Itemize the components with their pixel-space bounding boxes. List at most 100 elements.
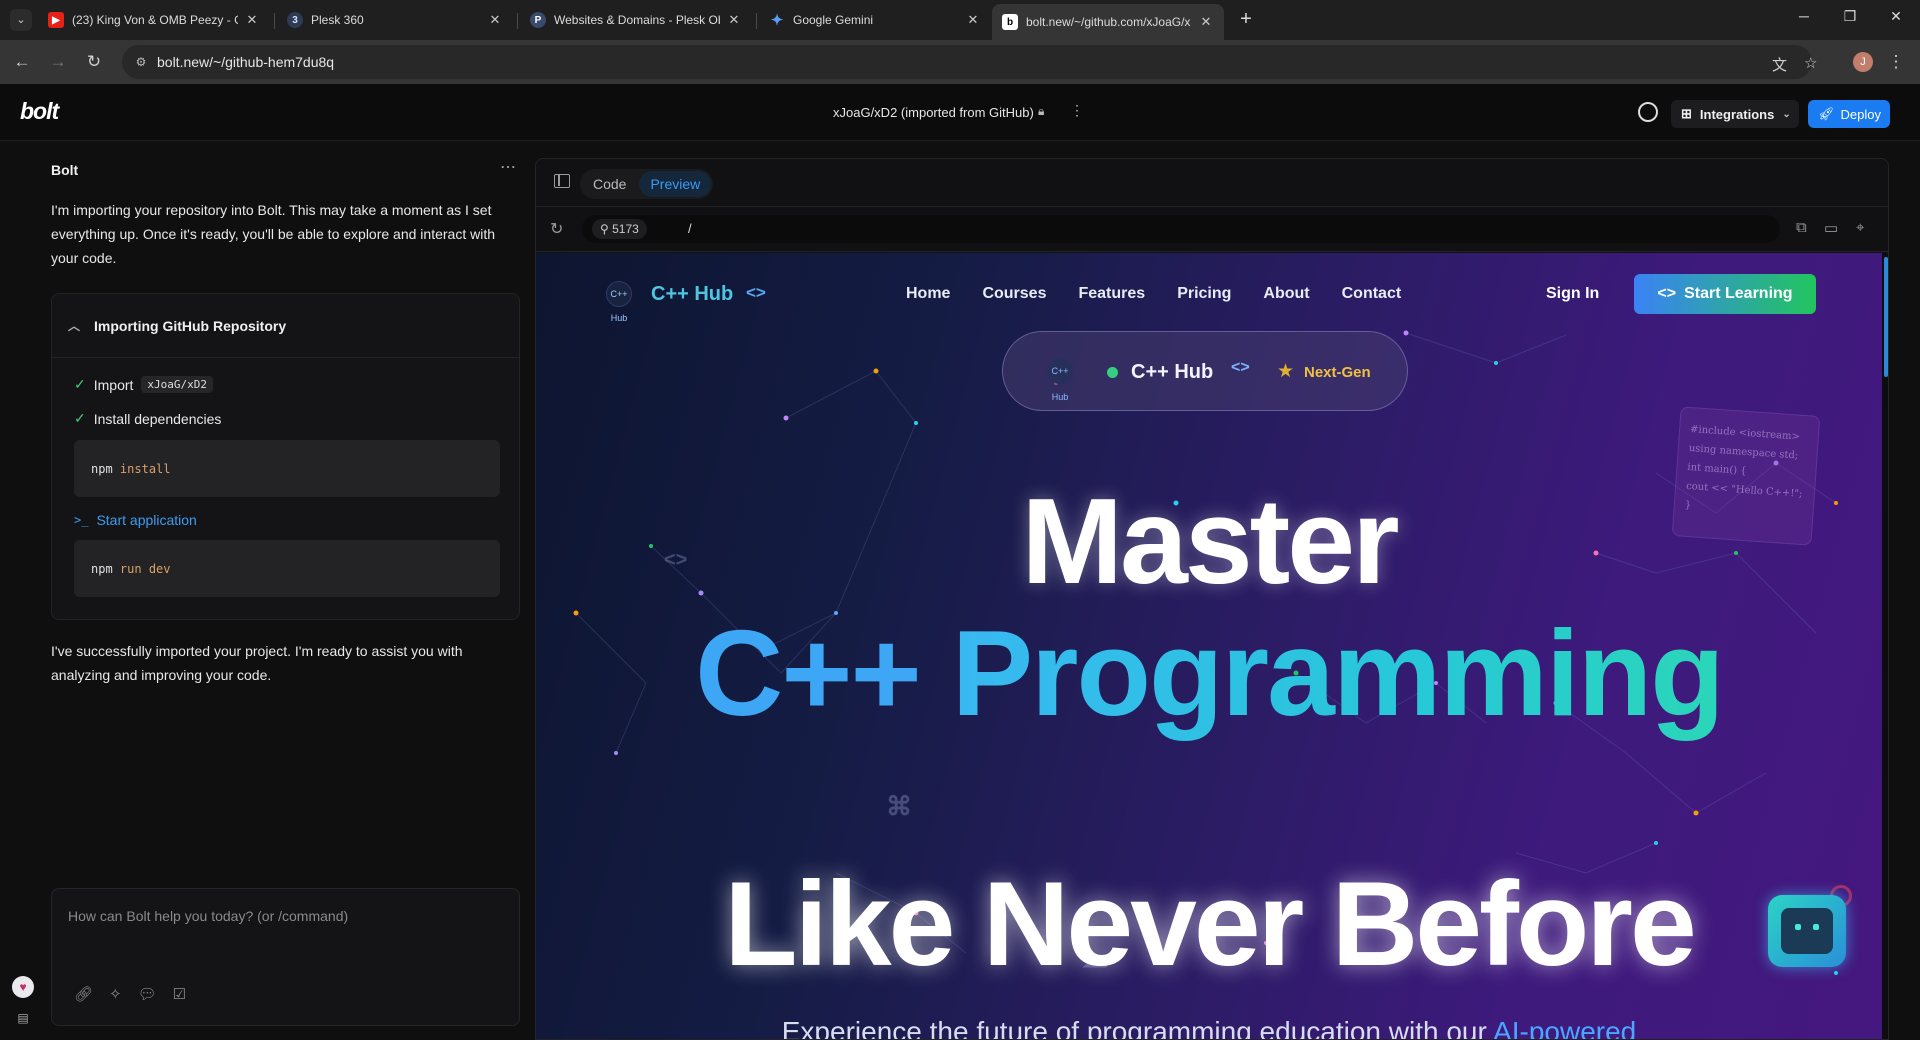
badge-name: C++ Hub	[1131, 361, 1214, 383]
site-nav: Home Courses Features Pricing About Cont…	[906, 285, 1401, 303]
bolt-logo[interactable]: bolt	[20, 98, 59, 125]
translate-icon[interactable]: 文	[1772, 54, 1787, 75]
close-tab-icon[interactable]: ✕	[965, 12, 981, 28]
deploy-button[interactable]: 🚀︎ Deploy	[1808, 100, 1890, 128]
device-toggle-icon[interactable]: ▭	[1824, 219, 1838, 237]
browser-tab-youtube[interactable]: ▶ (23) King Von & OMB Peezy - G ✕	[38, 6, 270, 34]
reload-icon[interactable]: ↻	[82, 50, 106, 74]
select-icon[interactable]: ☑	[173, 985, 186, 1003]
browser-tab-plesk[interactable]: P Websites & Domains - Plesk Ob ✕	[520, 6, 752, 34]
bookmark-star-icon[interactable]: ☆	[1804, 54, 1817, 72]
restore-icon[interactable]: ❐	[1838, 8, 1862, 25]
close-tab-icon[interactable]: ✕	[726, 12, 742, 28]
workbench-header: Code Preview	[536, 159, 1888, 207]
nav-contact[interactable]: Contact	[1342, 285, 1402, 303]
discuss-icon[interactable]: 💬︎	[138, 985, 157, 1003]
preview-reload-icon[interactable]: ↻	[550, 219, 563, 239]
site-logo[interactable]: C++ Hub	[606, 281, 632, 323]
step-install: ✓ Install dependencies	[74, 410, 221, 427]
chat-title: Bolt	[51, 162, 79, 178]
port-number: 5173	[612, 222, 639, 236]
preview-path[interactable]: /	[688, 221, 692, 236]
sign-in-link[interactable]: Sign In	[1546, 285, 1599, 303]
close-tab-icon[interactable]: ✕	[244, 12, 260, 28]
close-tab-icon[interactable]: ✕	[487, 12, 503, 28]
close-tab-icon[interactable]: ✕	[1198, 14, 1214, 30]
nav-courses[interactable]: Courses	[982, 285, 1046, 303]
profile-avatar[interactable]: J	[1853, 52, 1873, 72]
preview-site: <> ⌘ ☁ #include <iostream> using namespa…	[536, 253, 1882, 1040]
tab-title: Plesk 360	[311, 13, 364, 27]
browser-tab-gemini[interactable]: ✦ Google Gemini ✕	[759, 6, 991, 34]
sidebar-toggle-icon[interactable]: ▤	[12, 1007, 34, 1029]
step-start: >_ Start application	[74, 512, 197, 528]
lock-icon: 🔒︎	[1038, 104, 1045, 118]
check-icon: ✓	[74, 410, 86, 426]
tab-search-icon[interactable]: ⌄	[10, 9, 32, 31]
card-header[interactable]: ︿ Importing GitHub Repository	[52, 294, 519, 358]
subline-text: Experience the future of programming edu…	[781, 1016, 1487, 1040]
chat-more-icon[interactable]: ⋯	[500, 157, 516, 177]
chat-input[interactable]: How can Bolt help you today? (or /comman…	[51, 888, 520, 1026]
project-menu-icon[interactable]: ⋮	[1070, 102, 1084, 119]
subline-highlight: AI-powered	[1493, 1016, 1637, 1040]
step-label: Import	[93, 376, 134, 393]
browser-toolbar: ← → ↻ ⚙ bolt.new/~/github-hem7du8q 文 ☆ ⋮	[0, 40, 1920, 84]
minimize-icon[interactable]: ─	[1792, 8, 1816, 24]
step-label: Start application	[96, 512, 197, 528]
terminal-icon: >_	[74, 513, 89, 527]
preview-scrollbar[interactable]	[1882, 253, 1888, 1039]
hero-headline-2: C++ Programming	[536, 603, 1882, 743]
site-info-icon[interactable]: ⚙	[132, 53, 150, 71]
tab-code[interactable]: Code	[582, 171, 637, 197]
youtube-icon: ▶	[48, 12, 64, 28]
github-icon[interactable]	[1638, 102, 1658, 122]
new-tab-icon[interactable]: +	[1234, 8, 1258, 32]
plesk-360-icon: 3	[287, 12, 303, 28]
browser-tab-bolt[interactable]: b bolt.new/~/github.com/xJoaG/x ✕	[992, 4, 1224, 40]
scrollbar-thumb[interactable]	[1884, 257, 1888, 377]
ai-assistant-bot-button[interactable]	[1768, 895, 1846, 967]
tab-title: bolt.new/~/github.com/xJoaG/x	[1026, 15, 1191, 29]
status-dot	[1107, 367, 1118, 378]
port-selector[interactable]: ⚲ 5173	[592, 219, 647, 239]
command-bin: npm	[91, 562, 113, 576]
preview-url-field[interactable]: ⚲ 5173 /	[582, 215, 1780, 243]
chat-panel: Bolt ⋯ I'm importing your repository int…	[0, 141, 535, 1040]
back-icon[interactable]: ←	[10, 50, 34, 74]
bot-face-icon	[1781, 908, 1833, 954]
start-learning-button[interactable]: <> Start Learning	[1634, 274, 1816, 314]
tab-title: Websites & Domains - Plesk Ob	[554, 13, 720, 27]
browser-tab-plesk-360[interactable]: 3 Plesk 360 ✕	[277, 6, 513, 34]
code-brackets-icon: <>	[1231, 359, 1250, 376]
enhance-prompt-icon[interactable]: ✧	[109, 985, 122, 1003]
url-text[interactable]: bolt.new/~/github-hem7du8q	[157, 54, 334, 70]
panel-toggle-icon[interactable]	[554, 174, 570, 188]
nav-about[interactable]: About	[1263, 285, 1309, 303]
chevron-down-icon: ⌄	[1782, 108, 1791, 120]
site-brand[interactable]: C++ Hub	[651, 283, 733, 306]
forward-icon[interactable]: →	[46, 50, 70, 74]
tab-preview[interactable]: Preview	[639, 171, 712, 197]
project-title[interactable]: xJoaG/xD2 (imported from GitHub)	[833, 105, 1034, 120]
star-icon: ★	[1277, 361, 1295, 382]
user-avatar[interactable]: ♥	[12, 976, 34, 998]
nav-features[interactable]: Features	[1078, 285, 1145, 303]
code-brackets-icon: <>	[746, 283, 766, 302]
hero-headline-3: Like Never Before	[724, 857, 1696, 991]
address-bar[interactable]: ⚙ bolt.new/~/github-hem7du8q 文 ☆	[122, 45, 1817, 79]
start-command-box[interactable]: npm run dev	[74, 540, 500, 597]
integrations-button[interactable]: ⊞ Integrations ⌄	[1671, 100, 1799, 128]
attach-link-icon[interactable]: 🔗︎	[74, 985, 93, 1003]
nav-pricing[interactable]: Pricing	[1177, 285, 1231, 303]
open-external-icon[interactable]: ⧉	[1796, 219, 1807, 236]
close-window-icon[interactable]: ✕	[1884, 8, 1908, 25]
browser-menu-icon[interactable]: ⋮	[1884, 50, 1908, 74]
plug-icon: ⚲	[600, 222, 613, 236]
deploy-label: Deploy	[1840, 106, 1881, 122]
nav-home[interactable]: Home	[906, 285, 950, 303]
tab-title: Google Gemini	[793, 13, 874, 27]
install-command-box[interactable]: npm install	[74, 440, 500, 497]
code-brackets-icon: <>	[1657, 285, 1677, 302]
inspect-icon[interactable]: ⌖	[1856, 219, 1864, 236]
